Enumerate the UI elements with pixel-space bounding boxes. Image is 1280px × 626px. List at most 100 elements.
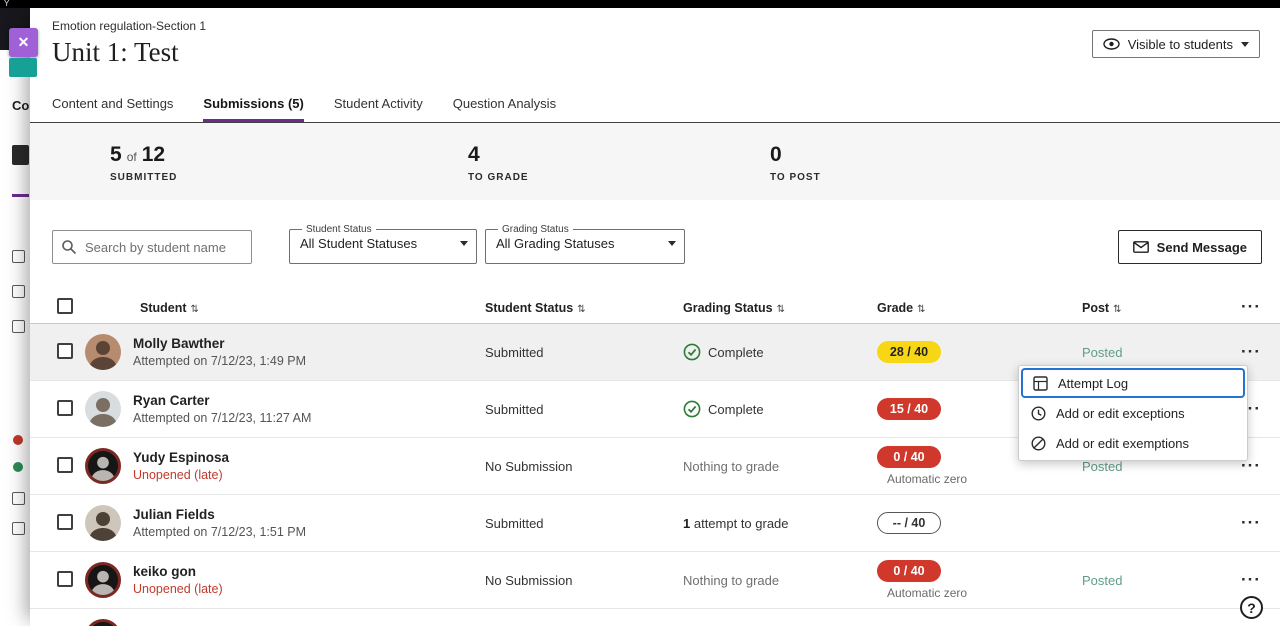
top-left-text: Y [4, 0, 9, 8]
grading-status-cell: Nothing to grade [683, 459, 877, 474]
grade-pill[interactable]: 15 / 40 [877, 398, 941, 420]
row-checkbox[interactable] [57, 457, 73, 473]
row-overflow-menu[interactable]: ··· [1241, 342, 1261, 361]
complete-check-icon [683, 400, 701, 418]
panel-header: Emotion regulation-Section 1 Unit 1: Tes… [30, 8, 1280, 90]
column-label: Grade [877, 301, 913, 315]
nav-item-icon [12, 522, 25, 535]
grade-pill[interactable]: 0 / 40 [877, 446, 941, 468]
tab-student-activity[interactable]: Student Activity [334, 90, 423, 122]
row-overflow-menu[interactable]: ··· [1241, 513, 1261, 532]
post-status[interactable]: Posted [1082, 345, 1122, 360]
student-name: Molly Bawther [133, 336, 485, 351]
row-checkbox[interactable] [57, 514, 73, 530]
student-status: Submitted [485, 402, 683, 417]
student-subtext: Attempted on 7/12/23, 1:51 PM [133, 525, 485, 539]
row-checkbox[interactable] [57, 343, 73, 359]
table-row[interactable]: Julian Fields Attempted on 7/12/23, 1:51… [30, 495, 1280, 552]
course-content-partial-label: Co [12, 98, 29, 113]
select-all-checkbox[interactable] [57, 298, 73, 314]
student-name: Julian Fields [133, 507, 485, 522]
grading-status-cell: 1 attempt to grade [683, 516, 877, 531]
column-label: Grading Status [683, 301, 773, 315]
tab-question-analysis[interactable]: Question Analysis [453, 90, 556, 122]
grade-pill[interactable]: 0 / 40 [877, 560, 941, 582]
visibility-dropdown[interactable]: Visible to students [1092, 30, 1260, 58]
column-student[interactable]: Student⇅ [85, 301, 485, 315]
row-overflow-menu[interactable]: ··· [1241, 570, 1261, 589]
search-icon [61, 239, 77, 255]
row-checkbox[interactable] [57, 571, 73, 587]
stat-label: TO POST [770, 172, 821, 183]
stat-total: 12 [142, 143, 165, 167]
sort-icon: ⇅ [1113, 304, 1121, 315]
search-input[interactable] [52, 230, 252, 264]
menu-item-add-exemptions[interactable]: Add or edit exemptions [1021, 428, 1245, 458]
menu-item-attempt-log[interactable]: Attempt Log [1021, 368, 1245, 398]
student-name: keiko gon [133, 564, 485, 579]
table-row[interactable]: 0 / 40 ··· [30, 609, 1280, 626]
ban-icon [1031, 436, 1046, 451]
stat-value: 4 [468, 143, 480, 167]
student-status-filter-value: All Student Statuses [300, 236, 417, 251]
stat-to-grade: 4 TO GRADE [468, 143, 529, 183]
column-grade[interactable]: Grade ⇅ [877, 301, 1082, 315]
menu-item-add-exceptions[interactable]: Add or edit exceptions [1021, 398, 1245, 428]
close-icon: ✕ [18, 34, 30, 51]
student-status-filter[interactable]: Student Status All Student Statuses [289, 224, 477, 264]
tab-content-and-settings[interactable]: Content and Settings [52, 90, 173, 122]
stat-value: 5 [110, 143, 122, 167]
filter-row: Student Status All Student Statuses Grad… [30, 224, 1280, 264]
student-name: Ryan Carter [133, 393, 485, 408]
book-icon [12, 145, 29, 165]
grading-status-filter[interactable]: Grading Status All Grading Statuses [485, 224, 685, 264]
column-post[interactable]: Post⇅ [1082, 301, 1236, 315]
close-panel-button[interactable]: ✕ [9, 28, 38, 57]
column-grading-status[interactable]: Grading Status ⇅ [683, 301, 877, 315]
student-status: No Submission [485, 459, 683, 474]
nav-item-icon [12, 320, 25, 333]
accent-bar [12, 194, 29, 197]
avatar [85, 505, 121, 541]
envelope-icon [1133, 241, 1149, 253]
attempt-log-icon [1033, 376, 1048, 391]
student-status: Submitted [485, 516, 683, 531]
chevron-down-icon [460, 241, 468, 246]
grade-pill[interactable]: -- / 40 [877, 512, 941, 534]
stat-value: 0 [770, 143, 782, 167]
grading-status-text: Complete [708, 402, 764, 417]
student-name: Yudy Espinosa [133, 450, 485, 465]
grading-status-text: Nothing to grade [683, 459, 779, 474]
help-button[interactable]: ? [1240, 596, 1263, 619]
grading-status-cell: Nothing to grade [683, 573, 877, 588]
search-box [52, 230, 252, 264]
visibility-label: Visible to students [1128, 37, 1233, 52]
green-status-dot [13, 462, 23, 472]
sort-icon: ⇅ [577, 304, 585, 315]
avatar [85, 562, 121, 598]
stat-to-post: 0 TO POST [770, 143, 821, 183]
table-row[interactable]: keiko gon Unopened (late) No Submission … [30, 552, 1280, 609]
sort-icon: ⇅ [917, 304, 925, 315]
help-icon: ? [1247, 600, 1256, 616]
table-overflow-menu[interactable]: ··· [1241, 297, 1261, 316]
menu-item-label: Add or edit exceptions [1056, 406, 1185, 421]
nav-item-icon [12, 250, 25, 263]
student-status-filter-label: Student Status [302, 224, 376, 235]
sort-icon: ⇅ [777, 304, 785, 315]
complete-check-icon [683, 343, 701, 361]
post-status[interactable]: Posted [1082, 573, 1122, 588]
column-label: Student Status [485, 301, 573, 315]
grading-status-cell: Complete [683, 400, 877, 418]
column-student-status[interactable]: Student Status ⇅ [485, 301, 683, 315]
avatar [85, 391, 121, 427]
send-message-button[interactable]: Send Message [1118, 230, 1262, 264]
grade-pill[interactable]: 28 / 40 [877, 341, 941, 363]
tab-submissions[interactable]: Submissions (5) [203, 90, 303, 122]
row-checkbox[interactable] [57, 400, 73, 416]
avatar [85, 448, 121, 484]
eye-icon [1103, 38, 1120, 50]
automatic-zero-label: Automatic zero [887, 472, 1082, 486]
stat-of: of [127, 150, 137, 164]
grading-status-filter-label: Grading Status [498, 224, 573, 235]
